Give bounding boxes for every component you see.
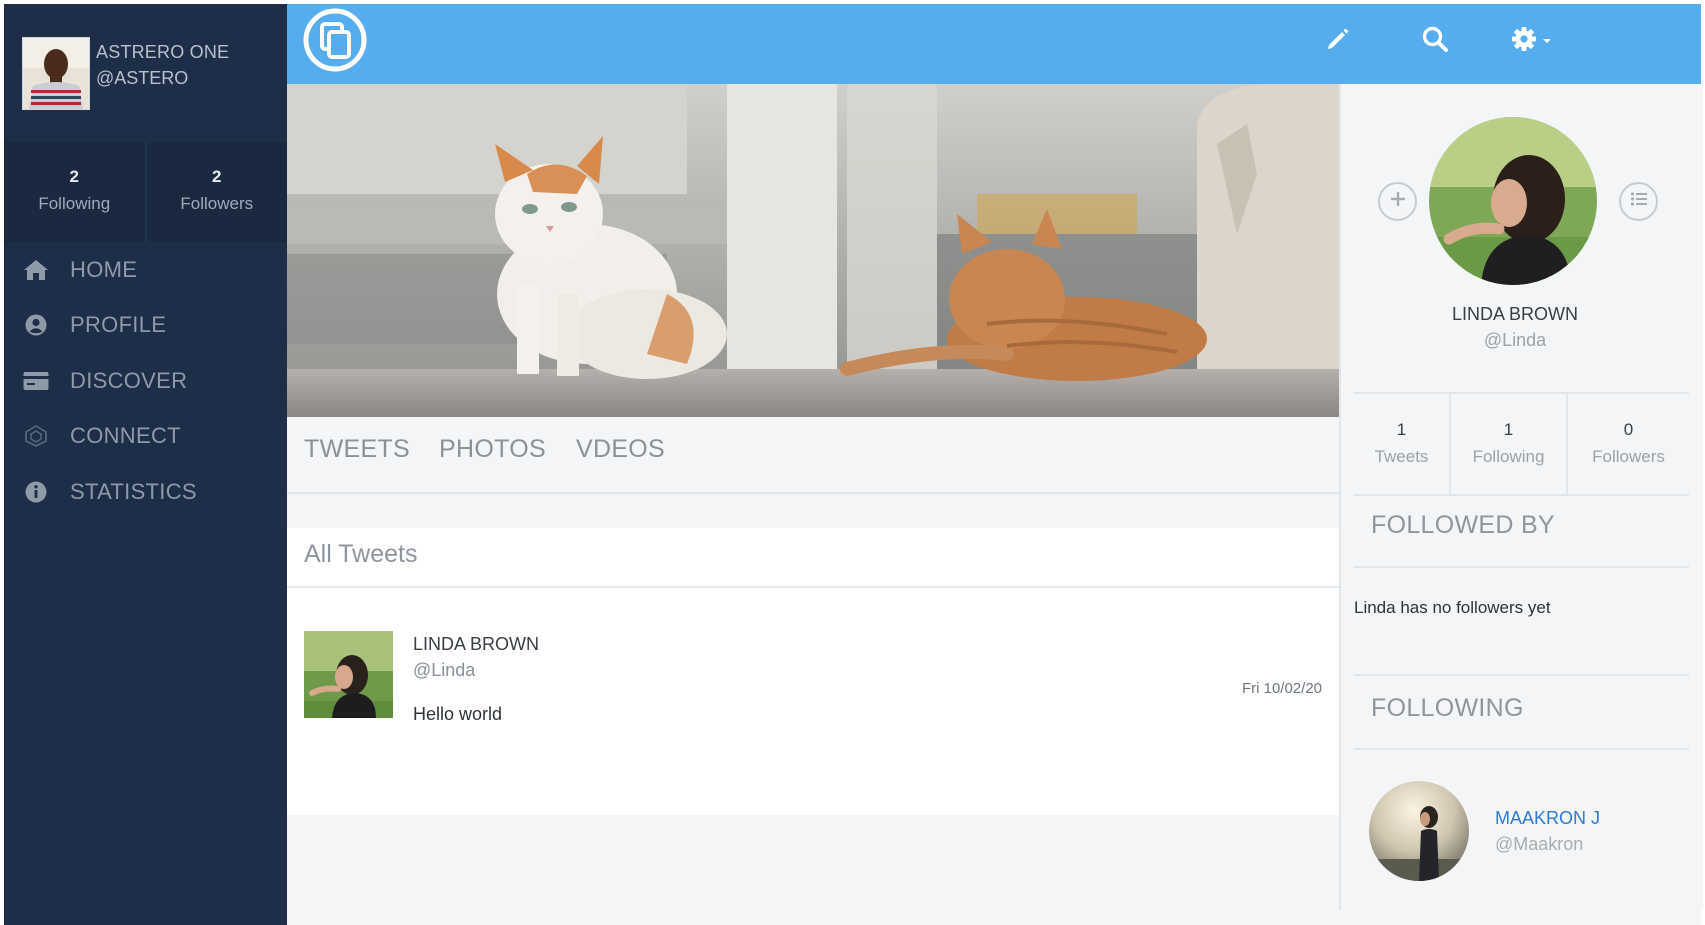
follow-button[interactable]: [1378, 182, 1417, 221]
nav-label-profile: PROFILE: [70, 312, 167, 338]
profile-stat-following[interactable]: 1 Following: [1449, 394, 1566, 494]
card-icon: [22, 367, 50, 395]
nav-label-discover: DISCOVER: [70, 367, 188, 393]
tab-tweets[interactable]: TWEETS: [304, 435, 410, 464]
profile-tweets-label: Tweets: [1374, 447, 1429, 466]
tab-photos[interactable]: PHOTOS: [439, 435, 546, 464]
current-user-handle: @ASTERO: [96, 68, 189, 88]
current-user-card: ASTRERO ONE @ASTERO: [4, 4, 287, 141]
followed-by-title: FOLLOWED BY: [1371, 511, 1555, 539]
followers-count: 2: [212, 167, 222, 186]
profile-stat-followers[interactable]: 0 Followers: [1566, 394, 1689, 494]
user-circle-icon: [22, 311, 50, 339]
plus-icon: [1389, 190, 1407, 213]
divider: [1354, 748, 1689, 750]
profile-stat-tweets[interactable]: 1 Tweets: [1354, 394, 1449, 494]
home-icon: [22, 256, 50, 284]
current-user-avatar[interactable]: [22, 37, 90, 110]
following-user-name[interactable]: MAAKRON J: [1495, 808, 1600, 829]
tweets-header: All Tweets: [287, 528, 1339, 588]
nav-item-discover[interactable]: DISCOVER: [4, 353, 287, 409]
profile-followers-count: 0: [1623, 420, 1634, 439]
info-icon: [22, 478, 50, 506]
network-icon: [22, 422, 50, 450]
following-stat[interactable]: 2 Following: [4, 142, 145, 242]
divider: [1354, 674, 1689, 676]
nav-item-connect[interactable]: CONNECT: [4, 409, 287, 465]
nav-label-home: HOME: [70, 256, 138, 282]
followers-label: Followers: [180, 194, 254, 213]
following-user-avatar[interactable]: [1369, 781, 1469, 881]
current-user-stats: 2 Following 2 Followers: [4, 142, 287, 242]
profile-stats: 1 Tweets 1 Following 0 Followers: [1354, 392, 1689, 496]
tweet-author-avatar[interactable]: [304, 631, 393, 718]
gear-dropdown-icon[interactable]: [1509, 22, 1559, 56]
profile-tabs: TWEETS PHOTOS VDEOS: [287, 417, 1339, 494]
profile-panel: LINDA BROWN @Linda 1 Tweets 1 Following …: [1339, 84, 1703, 910]
nav-item-profile[interactable]: PROFILE: [4, 298, 287, 354]
main-nav: HOME PROFILE DISCOVER CONNECT STATISTICS: [4, 242, 287, 520]
nav-label-connect: CONNECT: [70, 423, 181, 449]
tab-videos[interactable]: VDEOS: [576, 435, 665, 464]
logo-icon[interactable]: [303, 8, 367, 72]
tweets-card: All Tweets LINDA BROWN @Linda Hello worl…: [287, 528, 1339, 815]
tweet-date: Fri 10/02/20: [1241, 680, 1322, 697]
profile-handle: @Linda: [1483, 330, 1547, 350]
profile-followers-label: Followers: [1592, 447, 1665, 466]
cover-photo: [287, 84, 1339, 417]
divider: [1354, 566, 1689, 568]
followed-by-empty-text: Linda has no followers yet: [1354, 598, 1551, 617]
profile-following-label: Following: [1472, 447, 1545, 466]
profile-following-count: 1: [1503, 420, 1514, 439]
profile-tweets-count: 1: [1396, 420, 1407, 439]
current-user-name: ASTRERO ONE: [96, 42, 230, 62]
following-title: FOLLOWING: [1371, 694, 1524, 722]
following-label: Following: [38, 194, 111, 213]
following-user-handle: @Maakron: [1495, 834, 1584, 854]
list-icon: [1630, 191, 1648, 212]
profile-name: LINDA BROWN: [1451, 304, 1579, 324]
tweet-author-name[interactable]: LINDA BROWN: [413, 634, 539, 655]
nav-label-statistics: STATISTICS: [70, 478, 197, 504]
tweet-text: Hello world: [413, 704, 503, 724]
top-bar: [287, 4, 1701, 84]
search-icon[interactable]: [1418, 22, 1452, 56]
tweet-author-handle[interactable]: @Linda: [413, 660, 475, 681]
nav-item-statistics[interactable]: STATISTICS: [4, 464, 287, 520]
followers-stat[interactable]: 2 Followers: [144, 142, 288, 242]
profile-avatar[interactable]: [1429, 117, 1597, 285]
nav-item-home[interactable]: HOME: [4, 242, 287, 298]
following-count: 2: [69, 167, 79, 186]
sidebar: ASTRERO ONE @ASTERO 2 Following 2 Follow…: [4, 4, 287, 925]
tweets-title: All Tweets: [304, 540, 418, 568]
lists-button[interactable]: [1619, 182, 1658, 221]
pencil-icon[interactable]: [1321, 22, 1355, 56]
